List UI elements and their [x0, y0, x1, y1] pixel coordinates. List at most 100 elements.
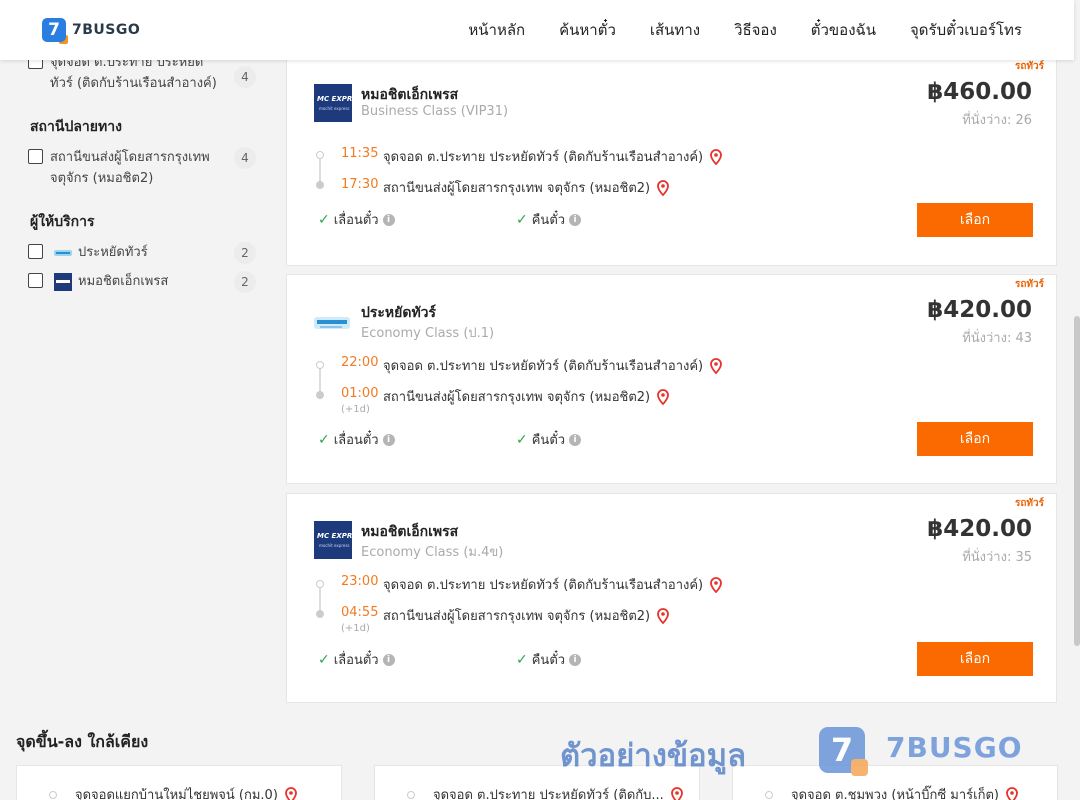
- operator-name: ประหยัดทัวร์: [361, 305, 437, 321]
- filter-operator-prayat-checkbox[interactable]: [28, 244, 43, 259]
- watermark-brand: 7BUSGO: [886, 731, 1023, 764]
- select-trip-button[interactable]: เลือก: [917, 422, 1033, 456]
- nearby-stops-title: จุดขึ้น-ลง ใกล้เคียง: [16, 732, 149, 751]
- refund-ticket-policy: ✓ คืนตั๋ว i: [516, 209, 582, 230]
- nearby-stop-name: จุดจอดแยกบ้านใหม่ไชยพจน์ (กม.0): [75, 788, 278, 800]
- destination-heading: สถานีปลายทาง: [30, 119, 122, 135]
- top-header: 7 7BUSGO หน้าหลัก ค้นหาตั๋ว เส้นทาง วิธี…: [0, 0, 1074, 60]
- change-ticket-policy: ✓ เลื่อนตั๋ว i: [318, 429, 395, 450]
- nav-ticket-pickup-phone[interactable]: จุดรับตั๋วเบอร์โทร: [910, 18, 1022, 42]
- stop-dot-icon: [49, 791, 57, 799]
- map-pin-icon[interactable]: [656, 388, 670, 405]
- select-trip-button[interactable]: เลือก: [917, 642, 1033, 676]
- filter-operator-prayat-count: 2: [234, 242, 256, 264]
- available-seats: ที่นั่งว่าง: 26: [962, 113, 1032, 128]
- arrive-place: สถานีขนส่งผู้โดยสารกรุงเทพ จตุจักร (หมอช…: [383, 605, 670, 626]
- filter-operator-prayat[interactable]: ประหยัดทัวร์ 2: [28, 242, 258, 264]
- depart-time: 23:00: [341, 574, 379, 589]
- info-icon[interactable]: i: [382, 433, 395, 446]
- arrive-place: สถานีขนส่งผู้โดยสารกรุงเทพ จตุจักร (หมอช…: [383, 386, 670, 407]
- filter-operator-mc[interactable]: หมอชิตเอ็กเพรส 2: [28, 271, 258, 293]
- depart-dot-icon: [316, 580, 324, 588]
- nav-how-to-book[interactable]: วิธีจอง: [734, 18, 777, 42]
- mc-express-logo-icon: [54, 272, 72, 291]
- map-pin-icon[interactable]: [656, 179, 670, 196]
- bus-type-badge: รถทัวร์: [1014, 279, 1044, 290]
- mc-express-logo-icon: MC EXPRESS mochit express: [314, 521, 367, 559]
- nav-my-tickets[interactable]: ตั๋วของฉัน: [811, 18, 876, 42]
- refund-ticket-policy: ✓ คืนตั๋ว i: [516, 429, 582, 450]
- available-seats: ที่นั่งว่าง: 35: [962, 550, 1032, 565]
- next-day-indicator: (+1d): [341, 404, 370, 415]
- operator-name: หมอชิตเอ็กเพรส: [361, 87, 459, 103]
- filter-destination-item[interactable]: สถานีขนส่งผู้โดยสารกรุงเทพ จตุจักร (หมอช…: [28, 147, 258, 189]
- arrive-time: 17:30: [341, 177, 379, 192]
- operator-name: หมอชิตเอ็กเพรส: [361, 524, 459, 540]
- arrive-time: 04:55: [341, 605, 379, 620]
- map-pin-icon[interactable]: [670, 786, 684, 800]
- depart-place: จุดจอด ต.ประทาย ประหยัดทัวร์ (ติดกับร้าน…: [383, 355, 723, 376]
- info-icon[interactable]: i: [569, 653, 582, 666]
- main-nav: หน้าหลัก ค้นหาตั๋ว เส้นทาง วิธีจอง ตั๋วข…: [434, 0, 1022, 60]
- trip-card: รถทัวร์ MC EXPRESS mochit express หมอชิต…: [286, 493, 1057, 703]
- filter-operator-mc-count: 2: [234, 271, 256, 293]
- nav-search-ticket[interactable]: ค้นหาตั๋ว: [559, 18, 616, 42]
- select-trip-button[interactable]: เลือก: [917, 203, 1033, 237]
- filter-destination-count: 4: [234, 147, 256, 169]
- page-scrollbar[interactable]: [1074, 0, 1080, 800]
- mc-express-logo-icon: MC EXPRESS mochit express: [314, 84, 367, 122]
- bus-type-badge: รถทัวร์: [1014, 498, 1044, 509]
- map-pin-icon[interactable]: [709, 357, 723, 374]
- check-icon: ✓: [318, 211, 330, 228]
- filter-operator-mc-checkbox[interactable]: [28, 273, 43, 288]
- map-pin-icon[interactable]: [709, 576, 723, 593]
- info-icon[interactable]: i: [382, 653, 395, 666]
- info-icon[interactable]: i: [569, 213, 582, 226]
- bus-class: Business Class (VIP31): [361, 104, 509, 119]
- site-logo[interactable]: 7 7BUSGO: [42, 18, 141, 44]
- next-day-indicator: (+1d): [341, 623, 370, 634]
- filter-operator-mc-label: หมอชิตเอ็กเพรส: [78, 274, 169, 289]
- nearby-stop-card[interactable]: จุดจอด ต.ชุมพวง (หน้าบิ๊กซี มาร์เก็ต): [732, 765, 1058, 800]
- check-icon: ✓: [516, 211, 528, 228]
- change-ticket-policy: ✓ เลื่อนตั๋ว i: [318, 209, 395, 230]
- arrive-time: 01:00: [341, 386, 379, 401]
- nav-home[interactable]: หน้าหลัก: [468, 18, 525, 42]
- bus-class: Economy Class (ป.1): [361, 326, 495, 341]
- bus-type-badge: รถทัวร์: [1014, 61, 1044, 72]
- logo-text: 7BUSGO: [72, 22, 141, 38]
- trip-price: ฿460.00: [927, 79, 1032, 105]
- prayat-tour-logo-icon: [314, 305, 352, 343]
- map-pin-icon[interactable]: [709, 148, 723, 165]
- map-pin-icon[interactable]: [656, 607, 670, 624]
- depart-time: 22:00: [341, 355, 379, 370]
- bus-class: Economy Class (ม.4ข): [361, 545, 504, 560]
- nearby-stop-card[interactable]: จุดจอดแยกบ้านใหม่ไชยพจน์ (กม.0): [16, 765, 342, 800]
- arrive-place: สถานีขนส่งผู้โดยสารกรุงเทพ จตุจักร (หมอช…: [383, 177, 670, 198]
- watermark-logo-icon: 7: [819, 727, 868, 776]
- filter-sidebar: จุดจอด ต.ประทาย ประหยัดทัวร์ (ติดกับร้าน…: [28, 40, 258, 293]
- depart-time: 11:35: [341, 146, 379, 161]
- trip-price: ฿420.00: [927, 297, 1032, 323]
- sample-data-watermark: ตัวอย่างข้อมูล: [560, 738, 747, 774]
- filter-destination-checkbox[interactable]: [28, 149, 43, 164]
- nearby-stop-name: จุดจอด ต.ประทาย ประหยัดทัวร์ (ติดกับ...: [433, 788, 664, 800]
- change-ticket-policy: ✓ เลื่อนตั๋ว i: [318, 649, 395, 670]
- stop-dot-icon: [765, 791, 773, 799]
- scrollbar-thumb[interactable]: [1074, 316, 1080, 646]
- nav-routes[interactable]: เส้นทาง: [650, 18, 700, 42]
- map-pin-icon[interactable]: [284, 786, 298, 800]
- map-pin-icon[interactable]: [1005, 786, 1019, 800]
- check-icon: ✓: [516, 431, 528, 448]
- check-icon: ✓: [318, 651, 330, 668]
- check-icon: ✓: [516, 651, 528, 668]
- info-icon[interactable]: i: [569, 433, 582, 446]
- depart-place: จุดจอด ต.ประทาย ประหยัดทัวร์ (ติดกับร้าน…: [383, 574, 723, 595]
- available-seats: ที่นั่งว่าง: 43: [962, 331, 1032, 346]
- depart-dot-icon: [316, 151, 324, 159]
- trip-card: รถทัวร์ ประหยัดทัวร์ Economy Class (ป.1)…: [286, 274, 1057, 484]
- info-icon[interactable]: i: [382, 213, 395, 226]
- stop-dot-icon: [407, 791, 415, 799]
- filter-destination-label: สถานีขนส่งผู้โดยสารกรุงเทพ จตุจักร (หมอช…: [50, 150, 210, 186]
- refund-ticket-policy: ✓ คืนตั๋ว i: [516, 649, 582, 670]
